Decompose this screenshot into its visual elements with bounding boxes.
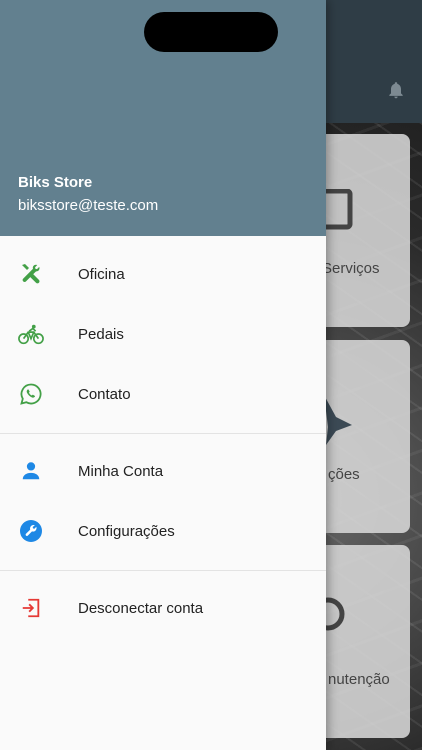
account-name: Biks Store [18, 174, 93, 191]
menu-item-pedais[interactable]: Pedais [0, 304, 326, 364]
menu-item-label: Oficina [78, 265, 125, 283]
menu-item-label: Configurações [78, 522, 175, 540]
camera-notch [144, 12, 278, 52]
navigation-drawer: Biks Store biksstore@teste.com Oficina P… [0, 0, 326, 750]
menu-item-contato[interactable]: Contato [0, 364, 326, 424]
tools-icon [18, 261, 44, 287]
bicycle-icon [18, 321, 44, 347]
gear-icon [322, 597, 345, 631]
card-label: nutenção [328, 671, 390, 688]
card-label: ções [328, 466, 360, 483]
menu-item-oficina[interactable]: Oficina [0, 244, 326, 304]
menu-item-label: Contato [78, 385, 131, 403]
menu-item-label: Desconectar conta [78, 599, 204, 617]
menu-item-label: Minha Conta [78, 462, 164, 480]
card-label: Serviços [322, 260, 380, 277]
whatsapp-icon [18, 381, 44, 407]
person-icon [18, 458, 44, 484]
bell-icon[interactable] [386, 79, 406, 101]
menu-item-label: Pedais [78, 325, 124, 343]
account-email: biksstore@teste.com [18, 197, 159, 214]
divider [0, 570, 326, 571]
menu-item-configuracoes[interactable]: Configurações [0, 501, 326, 561]
divider [0, 433, 326, 434]
menu-item-minha-conta[interactable]: Minha Conta [0, 441, 326, 501]
logout-icon [18, 595, 44, 621]
menu-item-desconectar[interactable]: Desconectar conta [0, 578, 326, 638]
wrench-icon [18, 518, 44, 544]
